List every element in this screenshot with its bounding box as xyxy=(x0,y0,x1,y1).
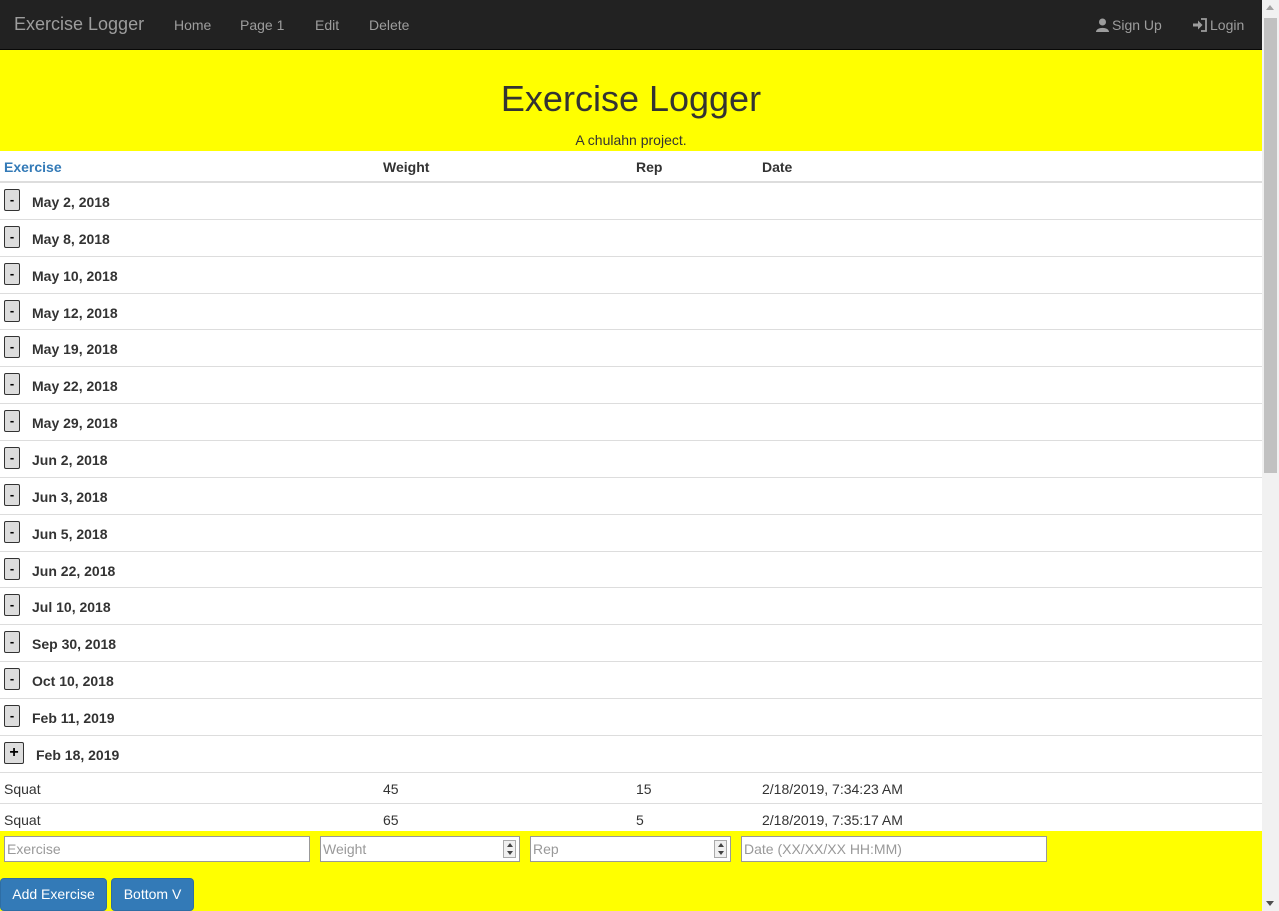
exercise-table-body: - May 2, 2018 - May 8, 2018 - May 10, 2018 … xyxy=(0,183,1262,835)
date-input[interactable]: Date (XX/XX/XX HH:MM) xyxy=(741,836,1047,862)
collapse-button[interactable]: - xyxy=(4,410,20,433)
group-date: Jun 5, 2018 xyxy=(32,525,108,542)
collapse-button[interactable]: - xyxy=(4,189,20,211)
group-date: Feb 11, 2019 xyxy=(32,710,115,727)
login-icon xyxy=(1193,18,1207,32)
cell-exercise: Squat xyxy=(4,780,41,797)
cell-weight: 65 xyxy=(383,811,399,828)
rep-input[interactable]: Rep xyxy=(530,836,731,862)
date-group-row: - Sep 30, 2018 xyxy=(0,625,1262,663)
collapse-button[interactable]: - xyxy=(4,668,20,691)
scroll-up-icon[interactable] xyxy=(1266,5,1274,10)
group-date: May 29, 2018 xyxy=(32,415,118,432)
date-group-row: - May 12, 2018 xyxy=(0,294,1262,331)
group-date: Oct 10, 2018 xyxy=(32,673,114,690)
user-icon xyxy=(1096,18,1109,32)
scrollbar-thumb[interactable] xyxy=(1264,18,1277,473)
date-group-row: - May 29, 2018 xyxy=(0,404,1262,442)
add-exercise-form: Exercise Weight Rep Date (XX/XX/XX HH:MM… xyxy=(0,831,1262,911)
exercise-placeholder: Exercise xyxy=(7,841,61,857)
header-weight: Weight xyxy=(383,159,430,175)
date-group-row: + Feb 18, 2019 xyxy=(0,736,1262,773)
nav-edit[interactable]: Edit xyxy=(315,17,339,33)
collapse-button[interactable]: - xyxy=(4,225,20,248)
collapse-button[interactable]: - xyxy=(4,483,20,506)
cell-rep: 5 xyxy=(636,811,644,828)
group-date: Feb 18, 2019 xyxy=(36,746,120,763)
cell-date: 2/18/2019, 7:34:23 AM xyxy=(762,780,903,797)
jumbotron: Exercise Logger A chulahn project. xyxy=(0,50,1262,151)
date-group-row: - Jun 2, 2018 xyxy=(0,441,1262,478)
group-date: Sep 30, 2018 xyxy=(32,636,117,653)
date-group-row: - May 10, 2018 xyxy=(0,257,1262,294)
group-date: May 10, 2018 xyxy=(32,267,118,284)
date-group-row: - May 19, 2018 xyxy=(0,330,1262,368)
date-group-row: - May 22, 2018 xyxy=(0,367,1262,405)
weight-input[interactable]: Weight xyxy=(320,836,520,862)
collapse-button[interactable]: - xyxy=(4,299,20,322)
table-row: Squat 45 15 2/18/2019, 7:34:23 AM xyxy=(0,773,1262,804)
add-exercise-button[interactable]: Add Exercise xyxy=(0,878,107,911)
date-placeholder: Date (XX/XX/XX HH:MM) xyxy=(744,841,902,857)
group-date: Jun 22, 2018 xyxy=(32,562,116,579)
header-rep: Rep xyxy=(636,159,663,175)
nav-delete[interactable]: Delete xyxy=(369,17,409,33)
cell-weight: 45 xyxy=(383,780,399,797)
weight-placeholder: Weight xyxy=(323,841,367,857)
nav-home[interactable]: Home xyxy=(174,17,211,33)
nav-sign-up[interactable]: Sign Up xyxy=(1096,17,1162,33)
vertical-scrollbar[interactable] xyxy=(1262,0,1279,911)
weight-spinner-icon[interactable] xyxy=(503,840,516,858)
cell-exercise: Squat xyxy=(4,811,41,828)
bottom-button[interactable]: Bottom V xyxy=(111,878,194,911)
cell-date: 2/18/2019, 7:35:17 AM xyxy=(762,811,903,828)
group-date: Jun 3, 2018 xyxy=(32,488,108,505)
date-group-row: - May 8, 2018 xyxy=(0,220,1262,257)
header-exercise-sort[interactable]: Exercise xyxy=(4,159,62,175)
group-date: Jul 10, 2018 xyxy=(32,599,111,616)
collapse-button[interactable]: - xyxy=(4,262,20,285)
brand-link[interactable]: Exercise Logger xyxy=(14,14,144,35)
group-date: Jun 2, 2018 xyxy=(32,452,108,469)
date-group-row: - Feb 11, 2019 xyxy=(0,699,1262,736)
page-subtitle: A chulahn project. xyxy=(575,132,687,148)
cell-rep: 15 xyxy=(636,780,652,797)
collapse-button[interactable]: - xyxy=(4,373,20,396)
expand-button[interactable]: + xyxy=(4,741,24,764)
group-date: May 8, 2018 xyxy=(32,230,110,247)
group-date: May 22, 2018 xyxy=(32,378,118,395)
collapse-button[interactable]: - xyxy=(4,447,20,470)
header-date: Date xyxy=(762,159,793,175)
nav-login[interactable]: Login xyxy=(1193,17,1244,33)
group-date: May 12, 2018 xyxy=(32,304,118,321)
date-group-row: - May 2, 2018 xyxy=(0,183,1262,220)
collapse-button[interactable]: - xyxy=(4,520,20,543)
rep-placeholder: Rep xyxy=(533,841,559,857)
collapse-button[interactable]: - xyxy=(4,557,20,580)
nav-page-1[interactable]: Page 1 xyxy=(240,17,284,33)
date-group-row: - Jun 3, 2018 xyxy=(0,478,1262,515)
navbar: Exercise Logger Home Page 1 Edit Delete … xyxy=(0,0,1262,50)
login-label: Login xyxy=(1210,17,1245,33)
collapse-button[interactable]: - xyxy=(4,594,20,617)
collapse-button[interactable]: - xyxy=(4,631,20,654)
date-group-row: - Jul 10, 2018 xyxy=(0,588,1262,626)
exercise-input[interactable]: Exercise xyxy=(4,836,310,862)
date-group-row: - Jun 5, 2018 xyxy=(0,515,1262,552)
group-date: May 2, 2018 xyxy=(32,194,110,210)
sign-up-label: Sign Up xyxy=(1112,17,1162,33)
collapse-button[interactable]: - xyxy=(4,336,20,359)
date-group-row: - Jun 22, 2018 xyxy=(0,552,1262,589)
scroll-down-icon[interactable] xyxy=(1266,901,1274,906)
date-group-row: - Oct 10, 2018 xyxy=(0,662,1262,700)
group-date: May 19, 2018 xyxy=(32,341,118,358)
collapse-button[interactable]: - xyxy=(4,705,20,728)
table-header: Exercise Weight Rep Date xyxy=(0,151,1262,183)
page-title: Exercise Logger xyxy=(500,78,762,119)
rep-spinner-icon[interactable] xyxy=(714,840,727,858)
